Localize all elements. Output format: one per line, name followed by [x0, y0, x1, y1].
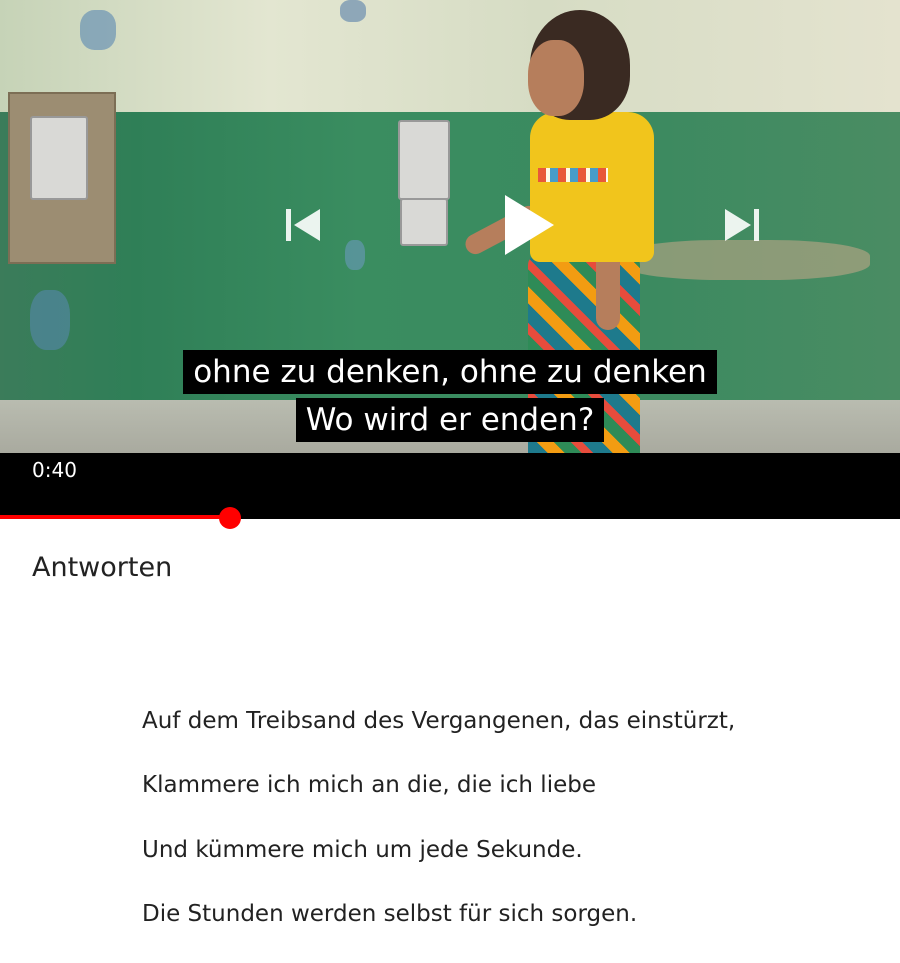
paint-peel: [345, 240, 365, 270]
payphone-base: [400, 198, 448, 246]
subtitle-text: ohne zu denken, ohne zu denken: [183, 350, 717, 394]
skip-previous-button[interactable]: [284, 206, 322, 244]
progress-fill: [0, 515, 230, 519]
subtitle-line-1: ohne zu denken, ohne zu denken: [0, 350, 900, 394]
wall-background: [0, 0, 900, 120]
lyric-line: Klammere ich mich an die, die ich liebe: [142, 772, 596, 799]
video-player[interactable]: ohne zu denken, ohne zu denken Wo wird e…: [0, 0, 900, 516]
section-heading: Antworten: [32, 552, 173, 583]
video-frame[interactable]: ohne zu denken, ohne zu denken Wo wird e…: [0, 0, 900, 453]
skip-previous-icon: [286, 209, 320, 241]
subtitle-text: Wo wird er enden?: [295, 398, 605, 442]
payphone: [398, 120, 450, 200]
payphone: [30, 116, 88, 200]
progress-scrubber[interactable]: [218, 507, 241, 529]
paint-peel: [30, 290, 70, 350]
paint-peel: [80, 10, 116, 50]
subtitle-line-2: Wo wird er enden?: [0, 398, 900, 442]
play-button[interactable]: [503, 194, 555, 256]
lyrics-block: Auf dem Treibsand des Vergangenen, das e…: [142, 706, 735, 963]
paint-peel: [620, 240, 870, 280]
lyric-line: Die Stunden werden selbst für sich sorge…: [142, 900, 638, 927]
skip-next-icon: [725, 209, 759, 241]
current-time: 0:40: [32, 458, 77, 482]
person-face: [528, 40, 584, 116]
play-icon: [505, 195, 554, 255]
lyric-line: Auf dem Treibsand des Vergangenen, das e…: [142, 708, 736, 734]
skip-next-button[interactable]: [723, 206, 761, 244]
lyric-line: Und kümmere mich um jede Sekunde.: [142, 836, 583, 863]
shirt-stripe: [538, 168, 608, 182]
paint-peel: [340, 0, 366, 22]
